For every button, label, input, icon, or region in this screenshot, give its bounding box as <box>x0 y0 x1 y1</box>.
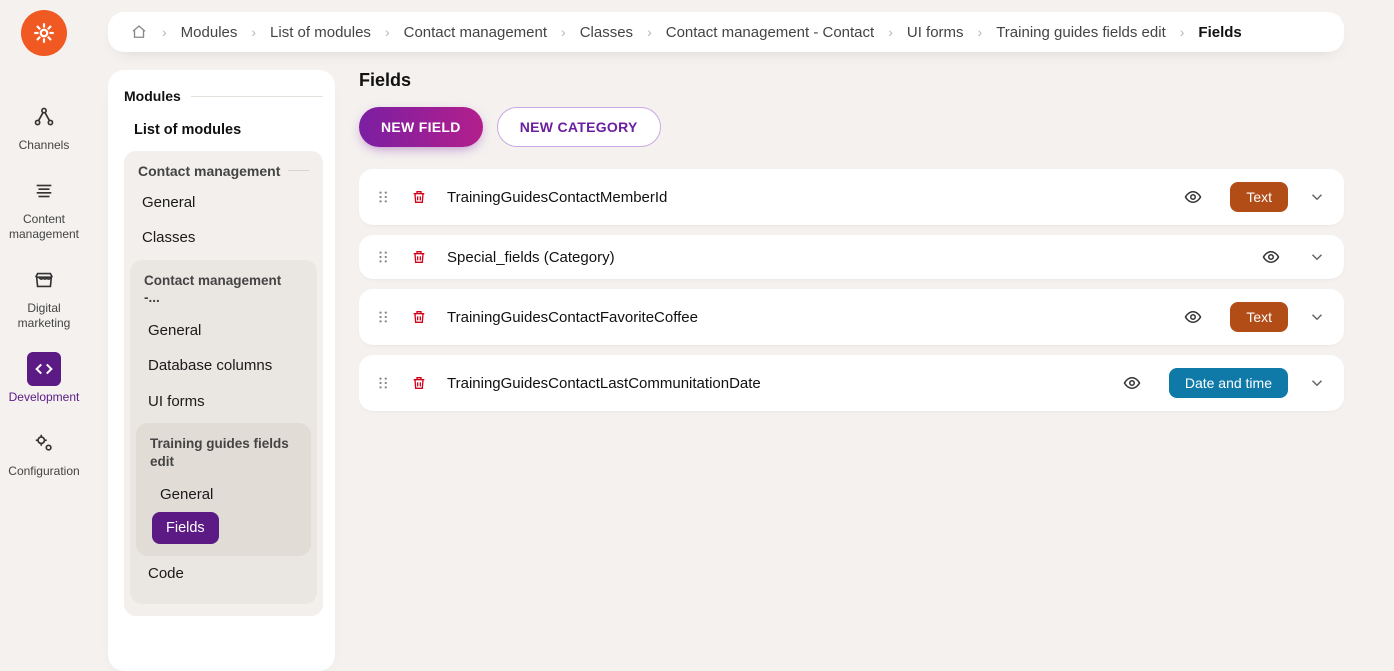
drag-handle-icon[interactable] <box>377 250 391 264</box>
content-area: Fields NEW FIELD NEW CATEGORY TrainingGu… <box>359 70 1344 671</box>
chevron-right-icon: › <box>561 24 566 40</box>
eye-icon[interactable] <box>1262 248 1280 266</box>
rail-label: Channels <box>17 138 72 152</box>
crumb-link[interactable]: Contact management - Contact <box>666 24 874 41</box>
field-row[interactable]: TrainingGuidesContactFavoriteCoffee Text <box>359 289 1344 345</box>
chevron-right-icon: › <box>1180 24 1185 40</box>
global-rail: Channels Content management Digital mark… <box>0 0 88 671</box>
chevron-right-icon: › <box>978 24 983 40</box>
chevron-down-icon[interactable] <box>1308 374 1326 392</box>
sidebar-item-ui-forms[interactable]: UI forms <box>136 384 311 420</box>
rail-item-digital-marketing[interactable]: Digital marketing <box>0 263 88 330</box>
trash-icon[interactable] <box>411 249 427 265</box>
type-badge: Date and time <box>1169 368 1288 398</box>
page-title: Fields <box>359 70 1344 91</box>
sidebar-item-form-general[interactable]: General <box>142 477 305 513</box>
network-icon <box>27 100 61 134</box>
new-field-button[interactable]: NEW FIELD <box>359 107 483 147</box>
sidebar-item-general[interactable]: General <box>130 185 317 221</box>
chevron-down-icon[interactable] <box>1308 188 1326 206</box>
crumb-link[interactable]: Modules <box>181 24 238 41</box>
drag-handle-icon[interactable] <box>377 190 391 204</box>
rail-label: Digital marketing <box>0 301 88 330</box>
chevron-right-icon: › <box>251 24 256 40</box>
sidebar-module-group: Contact management General Classes Conta… <box>124 151 323 616</box>
field-row-category[interactable]: Special_fields (Category) <box>359 235 1344 279</box>
rail-label: Development <box>7 390 82 404</box>
breadcrumb: › Modules › List of modules › Contact ma… <box>108 12 1344 52</box>
crumb-link[interactable]: Classes <box>580 24 633 41</box>
type-badge: Text <box>1230 302 1288 332</box>
field-name-label: Special_fields (Category) <box>447 249 1242 266</box>
rail-label: Content management <box>0 212 88 241</box>
trash-icon[interactable] <box>411 189 427 205</box>
crumb-current: Fields <box>1198 24 1241 41</box>
chevron-right-icon: › <box>385 24 390 40</box>
eye-icon[interactable] <box>1184 308 1202 326</box>
sidebar-class-group: Contact management -... General Database… <box>130 260 317 604</box>
crumb-link[interactable]: List of modules <box>270 24 371 41</box>
rail-item-content-management[interactable]: Content management <box>0 174 88 241</box>
eye-icon[interactable] <box>1123 374 1141 392</box>
crumb-link[interactable]: Contact management <box>404 24 547 41</box>
lines-icon <box>27 174 61 208</box>
type-badge: Text <box>1230 182 1288 212</box>
sidebar-form-group: Training guides fields edit General Fiel… <box>136 423 311 556</box>
trash-icon[interactable] <box>411 375 427 391</box>
crumb-link[interactable]: UI forms <box>907 24 964 41</box>
code-icon <box>27 352 61 386</box>
sidebar-module-header[interactable]: Contact management <box>130 161 317 185</box>
eye-icon[interactable] <box>1184 188 1202 206</box>
cogs-icon <box>27 426 61 460</box>
rail-label: Configuration <box>6 464 81 478</box>
new-category-button[interactable]: NEW CATEGORY <box>497 107 661 147</box>
field-name-label: TrainingGuidesContactFavoriteCoffee <box>447 309 1164 326</box>
sidebar-list-of-modules[interactable]: List of modules <box>124 114 323 147</box>
field-row[interactable]: TrainingGuidesContactMemberId Text <box>359 169 1344 225</box>
sidebar-form-header[interactable]: Training guides fields edit <box>142 433 305 476</box>
trash-icon[interactable] <box>411 309 427 325</box>
rail-item-configuration[interactable]: Configuration <box>0 426 88 478</box>
chevron-right-icon: › <box>162 24 167 40</box>
sidebar-item-db-columns[interactable]: Database columns <box>136 348 311 384</box>
drag-handle-icon[interactable] <box>377 310 391 324</box>
field-name-label: TrainingGuidesContactMemberId <box>447 189 1164 206</box>
sidebar-title: Modules <box>124 88 323 104</box>
sidebar-class-header[interactable]: Contact management -... <box>136 270 311 313</box>
chevron-right-icon: › <box>888 24 893 40</box>
chevron-down-icon[interactable] <box>1308 248 1326 266</box>
field-name-label: TrainingGuidesContactLastCommunitationDa… <box>447 375 1103 392</box>
module-sidebar: Modules List of modules Contact manageme… <box>108 70 335 671</box>
sidebar-item-class-general[interactable]: General <box>136 313 311 349</box>
chevron-right-icon: › <box>647 24 652 40</box>
crumb-link[interactable]: Training guides fields edit <box>996 24 1166 41</box>
sidebar-item-code[interactable]: Code <box>136 556 311 592</box>
chevron-down-icon[interactable] <box>1308 308 1326 326</box>
sidebar-item-fields-active[interactable]: Fields <box>152 512 219 544</box>
store-icon <box>27 263 61 297</box>
home-icon[interactable] <box>130 23 148 41</box>
drag-handle-icon[interactable] <box>377 376 391 390</box>
field-row[interactable]: TrainingGuidesContactLastCommunitationDa… <box>359 355 1344 411</box>
sidebar-item-classes[interactable]: Classes <box>130 220 317 256</box>
rail-item-channels[interactable]: Channels <box>0 100 88 152</box>
rail-item-development[interactable]: Development <box>0 352 88 404</box>
brand-logo[interactable] <box>21 10 67 56</box>
